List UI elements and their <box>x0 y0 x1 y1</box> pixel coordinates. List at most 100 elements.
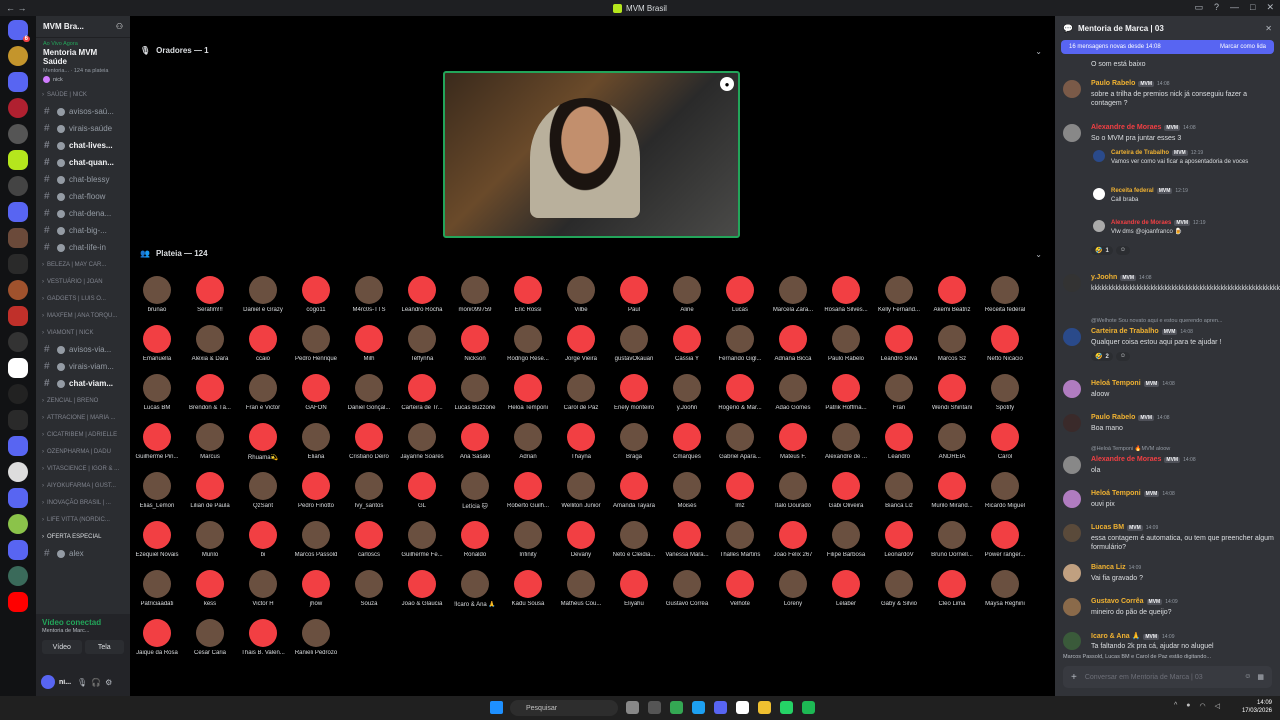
audience-member[interactable]: carloscs <box>341 521 397 558</box>
gear-icon[interactable]: ⚙ <box>105 678 112 687</box>
audience-member[interactable]: Elias_Lemon <box>129 472 185 509</box>
audience-member[interactable]: João Felix 267 <box>765 521 821 558</box>
audience-member[interactable]: Eliyahu <box>606 570 662 607</box>
audience-member[interactable]: brunão <box>129 276 185 313</box>
audience-member[interactable]: jhow <box>288 570 344 607</box>
youtube-icon[interactable] <box>8 592 28 612</box>
focus-icon[interactable]: ● <box>720 77 734 91</box>
audience-member[interactable]: Velhote <box>712 570 768 607</box>
audience-member[interactable]: Jayanne Soares <box>394 423 450 460</box>
server-icon[interactable] <box>8 280 28 300</box>
audience-member[interactable]: Italo Dourado <box>765 472 821 509</box>
chevron-down-icon[interactable]: ⌄ <box>1035 250 1042 259</box>
message-author[interactable]: Alexandre de Moraes <box>1091 456 1161 463</box>
message-author[interactable]: Alexandre de Moraes <box>1091 124 1161 131</box>
server-icon[interactable] <box>8 332 28 352</box>
audience-member[interactable]: Paulo Rabelo <box>818 325 874 362</box>
apps-icon[interactable]: ▦ <box>1257 673 1264 681</box>
audience-member[interactable]: Cristiano Deiro <box>341 423 397 460</box>
audience-member[interactable]: Marcos Passold <box>288 521 344 558</box>
audience-member[interactable]: Maysa Reghini <box>977 570 1033 607</box>
audience-member[interactable]: Ezequiel Novais <box>129 521 185 558</box>
audience-member[interactable]: Cassia Y <box>659 325 715 362</box>
avatar[interactable] <box>1063 274 1081 292</box>
channel-category[interactable]: › VIAMONT | Nick <box>36 324 130 341</box>
task-view-icon[interactable] <box>626 701 639 714</box>
audience-member[interactable]: Jaique da Rosa <box>129 619 185 656</box>
emoji-icon[interactable]: ☺ <box>1244 673 1251 681</box>
channel-category[interactable]: › LIFE VITTA (NORDIC... <box>36 511 130 528</box>
channel-category[interactable]: › SAÚDE | Nick <box>36 86 130 103</box>
audience-member[interactable]: Jorge Vieira <box>553 325 609 362</box>
message-author[interactable]: Receita federal <box>1111 188 1154 194</box>
avatar[interactable] <box>41 675 55 689</box>
audience-member[interactable]: Akemi Beatriz <box>924 276 980 313</box>
add-member-icon[interactable]: ⚇ <box>116 22 123 31</box>
new-messages-bar[interactable]: 16 mensagens novas desde 14:08 Marcar com… <box>1061 40 1274 54</box>
audience-member[interactable]: Victor H <box>235 570 291 607</box>
folder-icon[interactable] <box>758 701 771 714</box>
message-author[interactable]: Carteira de Trabalho <box>1091 328 1159 335</box>
audience-member[interactable]: Wendi Shintani <box>924 374 980 411</box>
audience-member[interactable]: Gustavo Corrêa <box>659 570 715 607</box>
reaction-chip[interactable]: 🤣 1 <box>1091 246 1113 255</box>
audience-member[interactable]: Guilherme Fe... <box>394 521 450 558</box>
tray-icon[interactable]: ● <box>1186 702 1190 710</box>
message-author[interactable]: Bianca Liz <box>1091 564 1126 571</box>
reply-preview[interactable]: @Heloá Temponi 🔥MVM aloow <box>1091 446 1170 452</box>
audience-member[interactable]: Ana Sasaki <box>447 423 503 460</box>
audience-member[interactable]: moni099759 <box>447 276 503 313</box>
audience-member[interactable]: Fernando Gigl... <box>712 325 768 362</box>
audience-member[interactable]: !Icaro & Ana 🙏 <box>447 570 503 608</box>
folder-icon[interactable] <box>8 436 28 456</box>
audience-member[interactable]: Fran e Victor <box>235 374 291 411</box>
server-icon[interactable] <box>8 176 28 196</box>
video-button[interactable]: Vídeo <box>42 640 82 654</box>
audience-member[interactable]: Braga <box>606 423 662 460</box>
message-author[interactable]: Icaro & Ana 🙏 <box>1091 633 1140 640</box>
server-icon[interactable] <box>8 410 28 430</box>
event-title[interactable]: Mentoria MVM Saúde <box>36 47 130 67</box>
whatsapp-icon[interactable] <box>780 701 793 714</box>
audience-member[interactable]: Patriciaadati <box>129 570 185 607</box>
server-icon[interactable] <box>8 462 28 482</box>
message-input-placeholder[interactable]: Conversar em Mentoria de Marca | 03 <box>1085 674 1203 681</box>
reaction-chip[interactable]: 🤣 2 <box>1091 352 1113 361</box>
channel-item[interactable]: # avisos-saú... <box>36 103 130 120</box>
audience-member[interactable]: Teffynha <box>394 325 450 362</box>
audience-member[interactable]: Ivy_santos <box>341 472 397 509</box>
message-author[interactable]: Carteira de Trabalho <box>1111 150 1169 156</box>
avatar[interactable] <box>1063 524 1081 542</box>
add-reaction-icon[interactable]: ☺ <box>1115 246 1130 255</box>
close-icon[interactable]: ✕ <box>1266 2 1274 13</box>
audience-member[interactable]: Gabi Oliveira <box>818 472 874 509</box>
audience-member[interactable]: Souza <box>341 570 397 607</box>
channel-item[interactable]: # chat-dena... <box>36 205 130 222</box>
audience-member[interactable]: y.Joohn <box>659 374 715 411</box>
audience-member[interactable]: Lucas <box>712 276 768 313</box>
audience-member[interactable]: Power ranger... <box>977 521 1033 558</box>
audience-member[interactable]: Thayna <box>553 423 609 460</box>
audience-member[interactable]: Paul <box>606 276 662 313</box>
plus-icon[interactable]: + <box>1071 672 1077 683</box>
settings-icon[interactable] <box>648 701 661 714</box>
channel-category[interactable]: › BELEZA | May Car... <box>36 256 130 273</box>
audience-member[interactable]: Alexandre de ... <box>818 423 874 460</box>
audience-member[interactable]: Filipe Barbosa <box>818 521 874 558</box>
screen-share-button[interactable]: Tela <box>84 640 124 654</box>
channel-category[interactable]: › MAXFEM | Ana Torqu... <box>36 307 130 324</box>
home-icon[interactable]: 6 <box>8 20 30 42</box>
audience-member[interactable]: Marcus <box>182 423 238 460</box>
browser-icon[interactable] <box>692 701 705 714</box>
discord-icon[interactable] <box>714 701 727 714</box>
audience-member[interactable]: Daniel e Grazy <box>235 276 291 313</box>
channel-item[interactable]: # chat-lives... <box>36 137 130 154</box>
audience-member[interactable]: Amanda Tayara <box>606 472 662 509</box>
avatar[interactable] <box>1063 380 1081 398</box>
avatar[interactable] <box>1063 414 1081 432</box>
audience-member[interactable]: Lilian de Paula <box>182 472 238 509</box>
channel-category[interactable]: › VESTUÁRIO | Joan <box>36 273 130 290</box>
audience-member[interactable]: Cesar Caria <box>182 619 238 656</box>
avatar[interactable] <box>1063 564 1081 582</box>
message-author[interactable]: Heloá Temponi <box>1091 490 1141 497</box>
